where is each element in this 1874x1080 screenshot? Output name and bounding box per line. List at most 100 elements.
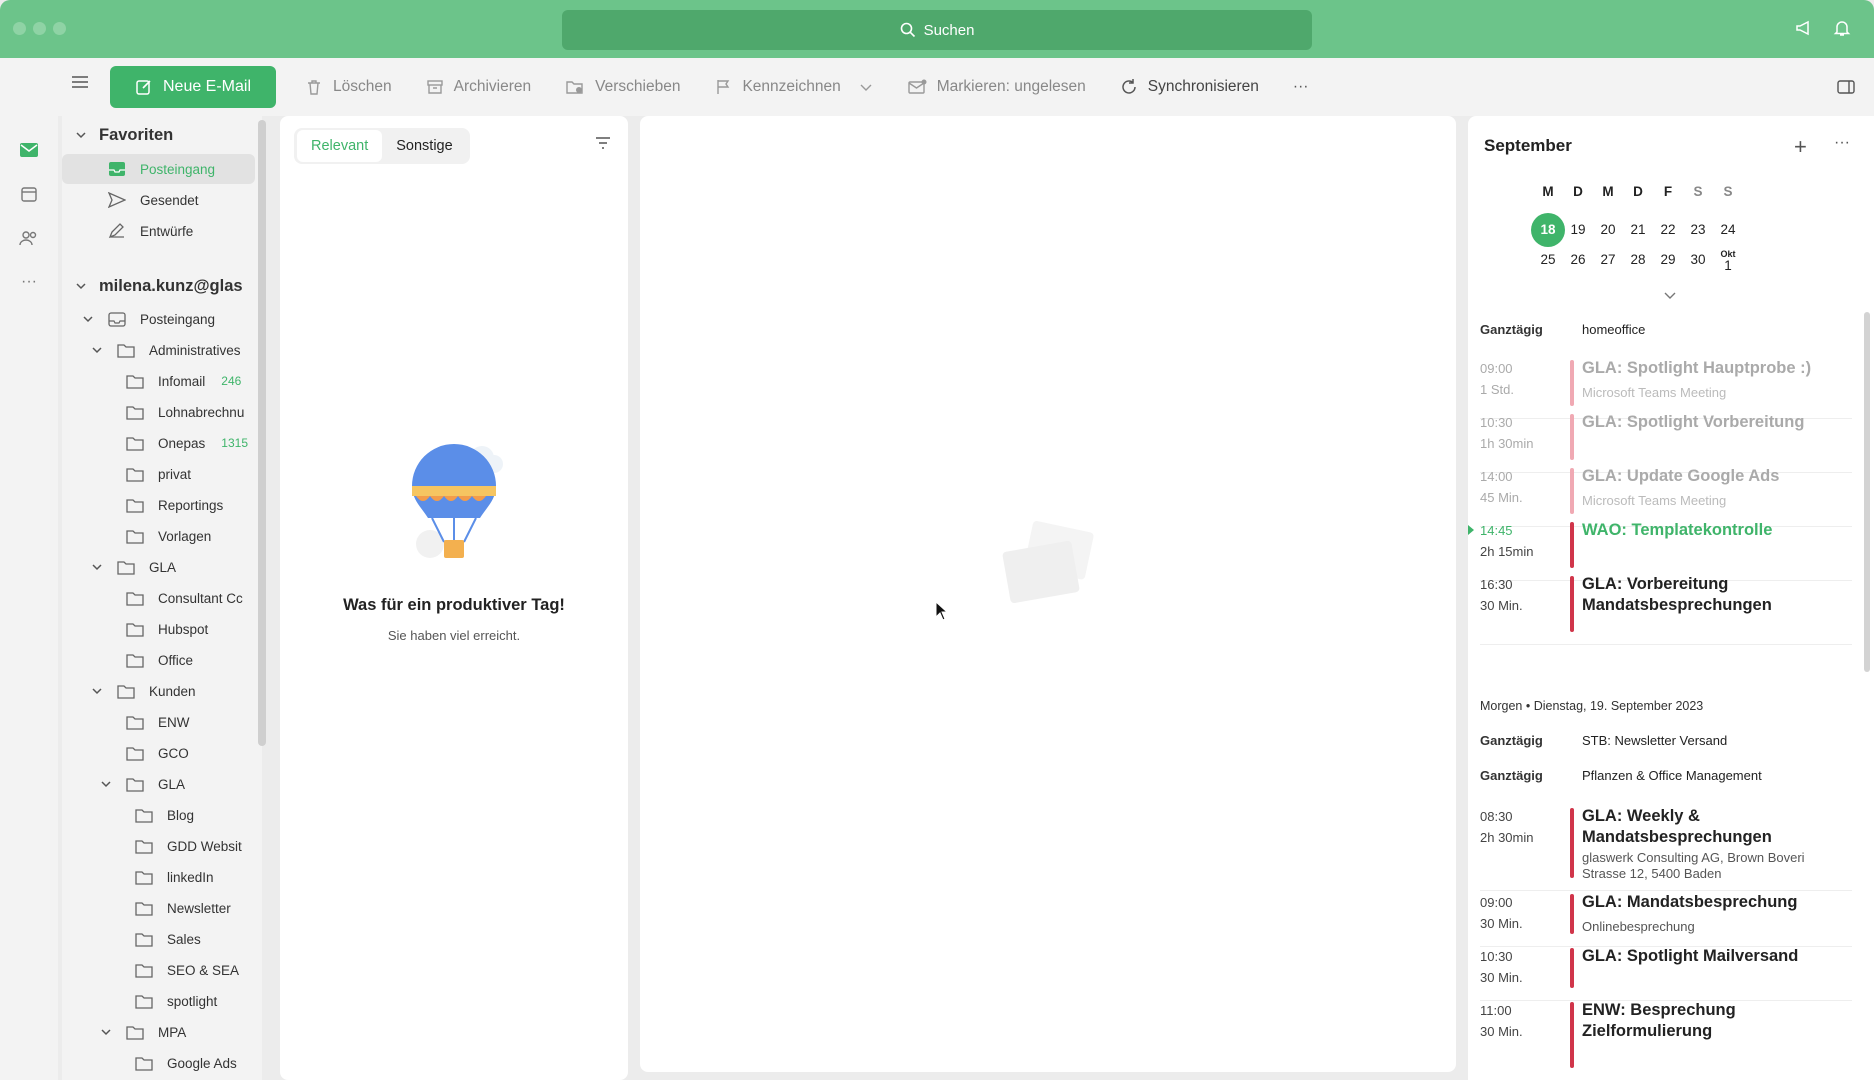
chevron-down-icon[interactable] (100, 1026, 112, 1038)
folder-gla[interactable]: GLA (117, 554, 176, 580)
folder-privat[interactable]: privat (126, 461, 191, 487)
calendar-event[interactable]: 09:00 1 Std. GLA: Spotlight Hauptprobe :) M… (1480, 358, 1850, 418)
folder-newsletter[interactable]: Newsletter (135, 895, 231, 921)
calendar-event[interactable]: 14:45 2h 15min WAO: Templatekontrolle (1468, 520, 1850, 580)
folder-mpa[interactable]: MPA (126, 1019, 186, 1045)
more-actions-button[interactable]: ··· (1293, 78, 1309, 96)
folder-gdd[interactable]: GDD Websit (135, 833, 242, 859)
mark-unread-button[interactable]: Markieren: ungelesen (907, 78, 1086, 96)
chevron-down-icon[interactable] (1663, 290, 1677, 300)
calendar-day[interactable]: 22 (1651, 213, 1685, 247)
favorite-drafts[interactable]: Entwürfe (108, 218, 193, 244)
new-mail-button[interactable]: Neue E-Mail (110, 66, 276, 108)
calendar-day[interactable]: 25 (1531, 243, 1565, 277)
contacts-nav-button[interactable] (17, 226, 41, 250)
calendar-day[interactable]: 28 (1621, 243, 1655, 277)
chevron-down-icon[interactable] (82, 313, 94, 325)
filter-button[interactable] (594, 136, 612, 153)
megaphone-icon[interactable] (1794, 18, 1814, 38)
search-label: Suchen (923, 21, 975, 39)
folder-reportings[interactable]: Reportings (126, 492, 223, 518)
folder-hubspot[interactable]: Hubspot (126, 616, 208, 642)
sync-button[interactable]: Synchronisieren (1120, 78, 1259, 96)
calendar-day-today[interactable]: 18 (1531, 213, 1565, 247)
folder-lohn[interactable]: Lohnabrechnu (126, 399, 244, 425)
folder-consultant[interactable]: Consultant Cc (126, 585, 243, 611)
chevron-down-icon[interactable] (91, 344, 103, 356)
calendar-day[interactable]: Okt 1 (1711, 244, 1745, 278)
unread-count: 1315 (221, 436, 248, 450)
event-color-bar (1570, 360, 1574, 406)
folder-seo[interactable]: SEO & SEA (135, 957, 239, 983)
zoom-window-button[interactable] (53, 22, 66, 35)
chevron-down-icon[interactable] (75, 129, 87, 141)
add-event-button[interactable]: + (1794, 134, 1807, 160)
folder-onepas[interactable]: Onepas 1315 (126, 430, 248, 456)
folder-enw[interactable]: ENW (126, 709, 190, 735)
calendar-day[interactable]: 21 (1621, 213, 1655, 247)
folder-linkedin[interactable]: linkedIn (135, 864, 214, 890)
folder-scrollbar[interactable] (258, 120, 266, 746)
calendar-day[interactable]: 20 (1591, 213, 1625, 247)
favorite-inbox[interactable]: Posteingang (108, 156, 215, 182)
chevron-down-icon[interactable] (91, 561, 103, 573)
calendar-day[interactable]: 29 (1651, 243, 1685, 277)
calendar-event[interactable]: 09:00 30 Min. GLA: Mandatsbesprechung Onlin… (1480, 892, 1850, 946)
favorites-heading[interactable]: Favoriten (99, 122, 173, 148)
folder-blog[interactable]: Blog (135, 802, 194, 828)
folder-kunden-gla[interactable]: GLA (126, 771, 185, 797)
menu-button[interactable] (70, 74, 90, 93)
calendar-event[interactable]: 10:30 30 Min. GLA: Spotlight Mailversand (1480, 946, 1850, 1000)
folder-office[interactable]: Office (126, 647, 193, 673)
calendar-day[interactable]: 19 (1561, 213, 1595, 247)
calendar-day[interactable]: 27 (1591, 243, 1625, 277)
folder-kunden[interactable]: Kunden (117, 678, 196, 704)
account-heading[interactable]: milena.kunz@glas (99, 273, 243, 299)
more-nav-button[interactable]: ··· (17, 270, 41, 294)
favorite-sent[interactable]: Gesendet (108, 187, 199, 213)
folder-label: Reportings (158, 497, 224, 513)
folder-inbox[interactable]: Posteingang (108, 306, 215, 332)
calendar-day[interactable]: 30 (1681, 243, 1715, 277)
folder-label: Vorlagen (158, 528, 212, 544)
flag-button[interactable]: Kennzeichnen (714, 78, 872, 96)
allday-event-tomorrow-2[interactable]: Ganztägig Pflanzen & Office Management (1480, 768, 1762, 783)
folder-administratives[interactable]: Administratives (117, 337, 241, 363)
folder-vorlagen[interactable]: Vorlagen (126, 523, 211, 549)
tab-relevant[interactable]: Relevant (297, 130, 383, 162)
event-color-bar (1570, 808, 1574, 878)
calendar-day[interactable]: 24 (1711, 213, 1745, 247)
close-window-button[interactable] (13, 22, 26, 35)
calendar-event[interactable]: 08:30 2h 30min GLA: Weekly & Mandatsbespre… (1480, 806, 1850, 890)
delete-button[interactable]: Löschen (305, 78, 392, 96)
calendar-scrollbar[interactable] (1864, 312, 1870, 672)
event-color-bar (1570, 522, 1574, 568)
folder-spotlight[interactable]: spotlight (135, 988, 217, 1014)
toggle-panel-button[interactable] (1836, 78, 1856, 99)
calendar-event[interactable]: 14:00 45 Min. GLA: Update Google Ads Micros… (1480, 466, 1850, 526)
tab-other[interactable]: Sonstige (382, 130, 466, 162)
chevron-down-icon[interactable] (100, 778, 112, 790)
move-button[interactable]: Verschieben (565, 78, 680, 96)
minimize-window-button[interactable] (33, 22, 46, 35)
folder-gco[interactable]: GCO (126, 740, 189, 766)
chevron-down-icon[interactable] (859, 82, 873, 92)
folder-sales[interactable]: Sales (135, 926, 201, 952)
calendar-more-button[interactable]: ··· (1834, 134, 1850, 152)
bell-icon[interactable] (1832, 18, 1852, 38)
calendar-event[interactable]: 11:00 30 Min. ENW: Besprechung Zielformuli… (1480, 1000, 1850, 1080)
calendar-day[interactable]: 26 (1561, 243, 1595, 277)
mail-nav-button[interactable] (17, 138, 41, 162)
chevron-down-icon[interactable] (91, 685, 103, 697)
folder-infomail[interactable]: Infomail 246 (126, 368, 241, 394)
allday-event-today[interactable]: Ganztägig homeoffice (1480, 322, 1645, 337)
calendar-event[interactable]: 16:30 30 Min. GLA: Vorbereitung Mandatsbes… (1480, 574, 1850, 644)
search-bar[interactable]: Suchen (562, 10, 1312, 50)
allday-event-tomorrow-1[interactable]: Ganztägig STB: Newsletter Versand (1480, 733, 1727, 748)
archive-button[interactable]: Archivieren (426, 78, 531, 96)
calendar-event[interactable]: 10:30 1h 30min GLA: Spotlight Vorbereitung (1480, 412, 1850, 472)
calendar-day[interactable]: 23 (1681, 213, 1715, 247)
calendar-nav-button[interactable] (17, 182, 41, 206)
chevron-down-icon[interactable] (75, 280, 87, 292)
folder-google-ads[interactable]: Google Ads (135, 1050, 237, 1076)
